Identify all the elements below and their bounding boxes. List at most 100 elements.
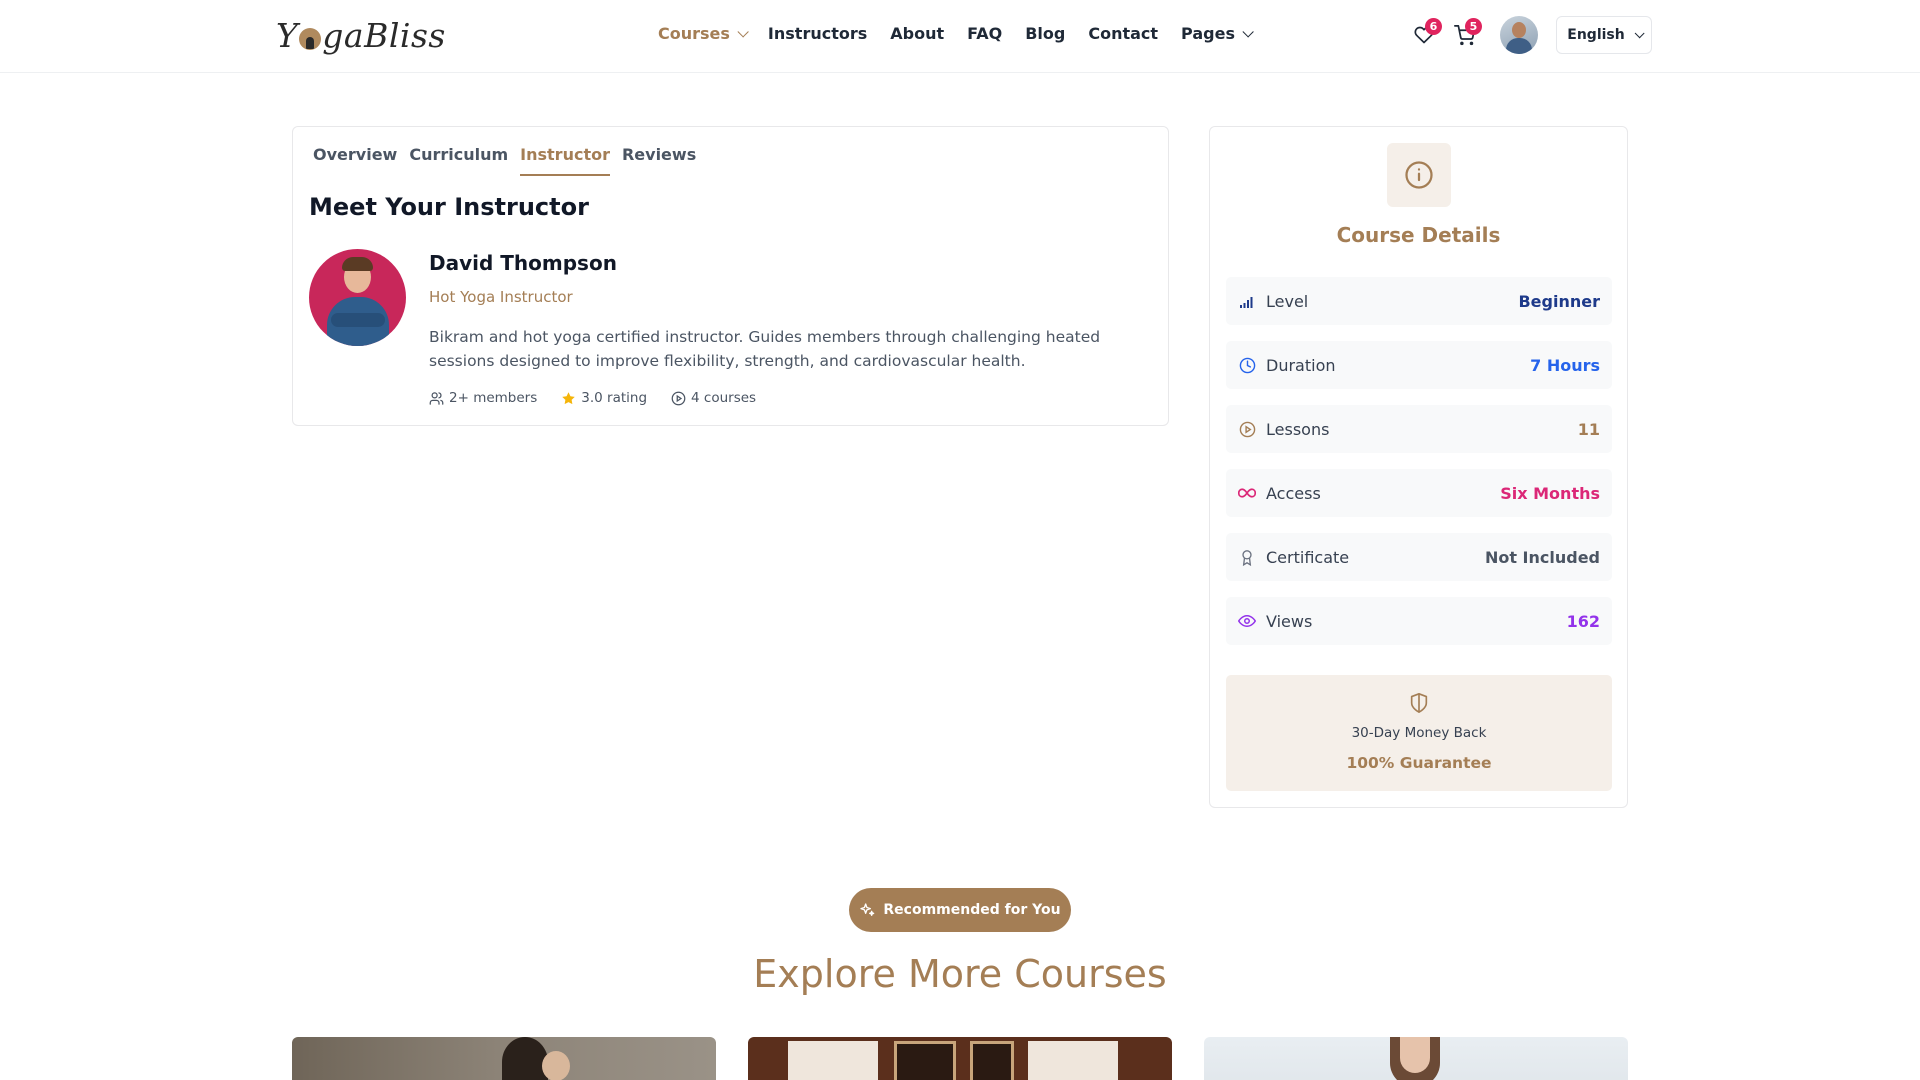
header-actions: 6 5 English: [1408, 16, 1652, 54]
course-card-1[interactable]: [292, 1037, 716, 1080]
nav-pages-label: Pages: [1181, 24, 1235, 43]
sparkles-icon: [860, 903, 875, 916]
eye-icon: [1238, 612, 1256, 630]
stat-courses-label: 4 courses: [691, 390, 757, 406]
shield-icon: [1410, 693, 1428, 713]
detail-value: Six Months: [1500, 483, 1600, 503]
course-image-frame: [970, 1041, 1014, 1080]
nav-blog-label: Blog: [1025, 24, 1066, 43]
site-header: YgaBliss Courses Instructors About FAQ B…: [0, 0, 1920, 73]
explore-heading: Explore More Courses: [753, 952, 1167, 996]
logo-text-left: Y: [276, 16, 299, 55]
detail-value: 11: [1577, 419, 1600, 439]
award-icon: [1238, 548, 1256, 566]
detail-label: Level: [1266, 291, 1309, 311]
course-image-frame: [894, 1041, 956, 1080]
course-image-window: [788, 1041, 878, 1080]
detail-label: Access: [1266, 483, 1321, 503]
stat-members-label: 2+ members: [449, 390, 538, 406]
detail-row-views: Views 162: [1226, 597, 1612, 645]
course-details-title: Course Details: [1336, 223, 1501, 247]
stat-rating: 3.0 rating: [561, 390, 647, 406]
logo-text-right: gaBliss: [322, 16, 446, 55]
course-card-2[interactable]: [748, 1037, 1172, 1080]
nav-faq[interactable]: FAQ: [967, 24, 1002, 43]
guarantee-title: 100% Guarantee: [1346, 754, 1492, 772]
star-icon: [562, 391, 576, 404]
instructor-stats: 2+ members 3.0 rating 4 courses: [429, 390, 780, 406]
nav-contact-label: Contact: [1088, 24, 1159, 43]
photo-arms: [331, 313, 385, 327]
detail-label: Certificate: [1266, 547, 1350, 567]
avatar-head: [1512, 22, 1526, 38]
detail-value: Beginner: [1518, 291, 1600, 311]
tab-overview[interactable]: Overview: [313, 145, 397, 176]
detail-value: Not Included: [1484, 547, 1600, 567]
main-nav: Courses Instructors About FAQ Blog Conta…: [658, 24, 1273, 43]
stat-rating-label: 3.0 rating: [581, 390, 648, 406]
nav-about[interactable]: About: [890, 24, 944, 43]
info-icon-box: [1387, 143, 1451, 207]
chevron-down-icon: [1242, 25, 1254, 38]
language-label: English: [1567, 27, 1625, 43]
nav-pages[interactable]: Pages: [1181, 24, 1254, 43]
money-back-guarantee: 30-Day Money Back 100% Guarantee: [1226, 675, 1612, 791]
course-image-face: [542, 1051, 570, 1080]
nav-instructors-label: Instructors: [767, 24, 868, 43]
detail-row-level: Level Beginner: [1226, 277, 1612, 325]
user-avatar[interactable]: [1500, 16, 1538, 54]
guarantee-subtitle: 30-Day Money Back: [1351, 725, 1487, 741]
brand-logo[interactable]: YgaBliss: [276, 16, 446, 55]
play-circle-icon: [1238, 420, 1256, 438]
stat-courses: 4 courses: [671, 390, 756, 406]
chevron-down-icon: [1634, 27, 1645, 38]
instructor-photo: [309, 249, 406, 346]
detail-row-access: Access Six Months: [1226, 469, 1612, 517]
detail-label: Views: [1266, 611, 1313, 631]
nav-blog[interactable]: Blog: [1025, 24, 1065, 43]
section-title: Meet Your Instructor: [309, 193, 589, 221]
course-tabs-card: Overview Curriculum Instructor Reviews M…: [292, 126, 1169, 426]
wishlist-button[interactable]: 6: [1408, 16, 1442, 54]
nav-courses[interactable]: Courses: [658, 24, 749, 43]
course-image-face: [1400, 1037, 1430, 1073]
course-details-list: Level Beginner Duration 7 Hours Lessons …: [1226, 277, 1612, 661]
stat-members: 2+ members: [429, 390, 537, 406]
nav-instructors[interactable]: Instructors: [768, 24, 867, 43]
instructor-name: David Thompson: [429, 251, 617, 275]
instructor-bio: Bikram and hot yoga certified instructor…: [429, 328, 1101, 370]
photo-hair: [342, 257, 373, 271]
tab-instructor[interactable]: Instructor: [520, 145, 610, 176]
users-icon: [429, 391, 444, 405]
course-tabs: Overview Curriculum Instructor Reviews: [313, 145, 708, 176]
chevron-down-icon: [737, 25, 749, 38]
wishlist-count-badge: 6: [1425, 18, 1442, 35]
tab-curriculum[interactable]: Curriculum: [409, 145, 508, 176]
play-circle-icon: [671, 391, 686, 405]
logo-lotus-icon: [299, 27, 322, 50]
nav-faq-label: FAQ: [967, 24, 1003, 43]
info-icon: [1405, 161, 1433, 189]
nav-contact[interactable]: Contact: [1088, 24, 1158, 43]
course-card-3[interactable]: [1204, 1037, 1628, 1080]
instructor-role: Hot Yoga Instructor: [429, 288, 573, 306]
recommended-pill-label: Recommended for You: [883, 902, 1061, 918]
detail-value: 162: [1566, 611, 1600, 631]
detail-label: Lessons: [1266, 419, 1330, 439]
infinity-icon: [1238, 484, 1256, 502]
course-image-figure: [502, 1037, 548, 1080]
tab-reviews[interactable]: Reviews: [622, 145, 696, 176]
cart-count-badge: 5: [1465, 18, 1482, 35]
clock-icon: [1238, 356, 1256, 374]
nav-courses-label: Courses: [658, 24, 730, 43]
detail-row-duration: Duration 7 Hours: [1226, 341, 1612, 389]
course-details-card: Course Details Level Beginner Duration 7…: [1209, 126, 1628, 808]
recommended-pill: Recommended for You: [849, 888, 1071, 932]
avatar-body: [1506, 38, 1532, 54]
detail-row-lessons: Lessons 11: [1226, 405, 1612, 453]
language-select[interactable]: English: [1556, 16, 1652, 54]
cart-button[interactable]: 5: [1448, 16, 1482, 54]
detail-value: 7 Hours: [1530, 355, 1600, 375]
detail-label: Duration: [1266, 355, 1336, 375]
nav-about-label: About: [890, 24, 945, 43]
